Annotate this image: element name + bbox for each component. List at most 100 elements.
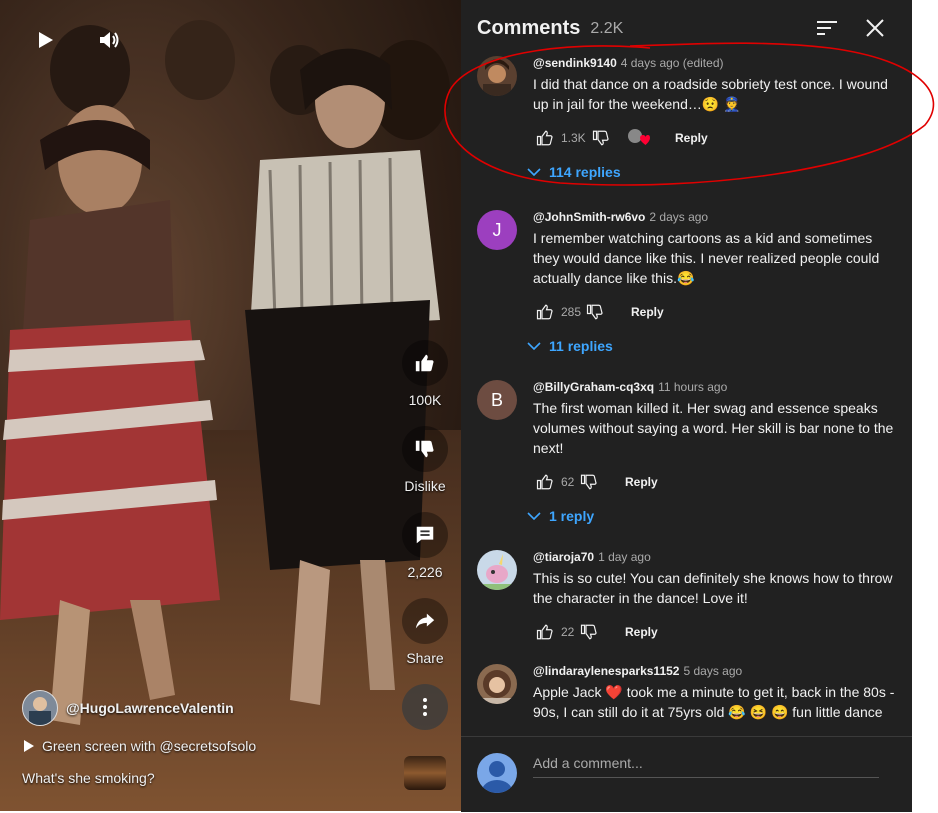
like-action: 100K (398, 340, 452, 426)
comment-icon (416, 526, 434, 544)
volume-icon (100, 32, 119, 48)
thumbs-down-outline-icon (580, 624, 597, 640)
thumbs-up-outline-icon (536, 474, 553, 490)
thumbs-up-outline-icon (536, 304, 553, 320)
commenter-avatar[interactable]: J (477, 210, 517, 250)
comments-button[interactable] (402, 512, 448, 558)
sound-thumbnail[interactable] (404, 756, 446, 790)
close-icon (866, 19, 884, 37)
comment-time[interactable]: 4 days ago (edited) (621, 56, 724, 70)
channel-avatar-image (29, 697, 51, 725)
thumbs-up-icon (415, 354, 434, 372)
volume-button[interactable] (90, 22, 130, 58)
comment-dislike-button[interactable] (589, 126, 613, 150)
comment-like-button[interactable] (533, 126, 557, 150)
thumbs-down-outline-icon (586, 304, 603, 320)
more-action (398, 684, 452, 730)
view-replies-button[interactable]: 114 replies (527, 164, 899, 180)
comments-panel: Comments 2.2K @sendink9140 4 days ago (ed… (461, 0, 912, 812)
commenter-avatar[interactable] (477, 550, 517, 590)
comment-time[interactable]: 1 day ago (598, 550, 651, 564)
action-bar: 100K Dislike 2,226 Share (398, 340, 452, 730)
music-text: Green screen with @secretsofsolo (42, 738, 257, 754)
comment-like-count: 1.3K (561, 131, 586, 145)
comment-like-button[interactable] (533, 470, 557, 494)
comment-time[interactable]: 5 days ago (683, 664, 742, 678)
play-button[interactable] (26, 22, 66, 58)
comment-author[interactable]: @lindaraylenesparks1152 (533, 664, 679, 678)
more-vert-icon (423, 698, 427, 716)
comment-dislike-button[interactable] (583, 300, 607, 324)
reply-button[interactable]: Reply (625, 625, 658, 639)
chevron-down-icon (527, 342, 541, 350)
channel-info[interactable]: @HugoLawrenceValentin (22, 690, 234, 726)
comment-time[interactable]: 11 hours ago (658, 380, 727, 394)
replies-count: 1 reply (549, 508, 595, 524)
reply-button[interactable]: Reply (631, 305, 664, 319)
current-user-avatar (477, 753, 517, 793)
commenter-avatar[interactable] (477, 56, 517, 96)
comment-like-button[interactable] (533, 620, 557, 644)
channel-name[interactable]: @HugoLawrenceValentin (66, 700, 234, 716)
sort-icon (817, 21, 837, 35)
comments-title: Comments (477, 16, 581, 39)
reply-button[interactable]: Reply (625, 475, 658, 489)
replies-count: 114 replies (549, 164, 621, 180)
thumbs-down-outline-icon (592, 130, 609, 146)
add-comment-input[interactable]: Add a comment... (533, 755, 879, 778)
dislike-button[interactable] (402, 426, 448, 472)
default-user-icon (482, 761, 512, 793)
thumbs-up-outline-icon (536, 624, 553, 640)
comment-actions: 1.3K Reply (533, 126, 899, 150)
creator-heart-icon (628, 129, 650, 145)
dislike-action: Dislike (398, 426, 452, 512)
video-caption: What's she smoking? (22, 770, 155, 786)
replies-count: 11 replies (549, 338, 613, 354)
like-button[interactable] (402, 340, 448, 386)
share-button[interactable] (402, 598, 448, 644)
comment-author[interactable]: @sendink9140 (533, 56, 617, 70)
comment-author[interactable]: @BillyGraham-cq3xq (533, 380, 654, 394)
share-action: Share (398, 598, 452, 684)
comment-item: @lindaraylenesparks1152 5 days ago Apple … (477, 664, 897, 736)
music-link[interactable]: Green screen with @secretsofsolo (24, 738, 256, 754)
comment-text: I remember watching cartoons as a kid an… (533, 230, 880, 286)
comment-author[interactable]: @tiaroja70 (533, 550, 594, 564)
avatar-photo (477, 670, 517, 704)
comments-count: 2.2K (590, 20, 624, 37)
comment-author[interactable]: @JohnSmith-rw6vo (533, 210, 645, 224)
comment-dislike-button[interactable] (577, 470, 601, 494)
share-label: Share (406, 650, 444, 666)
comment-text: This is so cute! You can definitely she … (533, 570, 893, 606)
view-replies-button[interactable]: 1 reply (527, 508, 899, 524)
share-icon (415, 613, 435, 629)
comment-actions: 22 Reply (533, 620, 899, 644)
comment-time[interactable]: 2 days ago (649, 210, 708, 224)
channel-avatar[interactable] (22, 690, 58, 726)
comment-like-count: 22 (561, 625, 575, 639)
commenter-avatar[interactable] (477, 664, 517, 704)
short-video[interactable]: 100K Dislike 2,226 Share @HugoLawrenceVa… (0, 0, 461, 811)
comments-action: 2,226 (398, 512, 452, 598)
avatar-unicorn-image (477, 554, 517, 590)
close-button[interactable] (861, 14, 889, 42)
dislike-label: Dislike (404, 478, 446, 494)
commenter-avatar[interactable]: B (477, 380, 517, 420)
comment-actions: 62 Reply (533, 470, 899, 494)
avatar-photo (483, 59, 511, 96)
play-icon (39, 32, 53, 48)
comment-dislike-button[interactable] (577, 620, 601, 644)
play-small-icon (24, 740, 34, 752)
comment-text: I did that dance on a roadside sobriety … (533, 76, 888, 112)
comment-like-count: 285 (561, 305, 582, 319)
chevron-down-icon (527, 512, 541, 520)
add-comment-row: Add a comment... (461, 736, 912, 812)
thumbs-up-outline-icon (536, 130, 553, 146)
like-count: 100K (408, 392, 442, 408)
comment-like-button[interactable] (533, 300, 557, 324)
thumbs-down-icon (415, 440, 434, 458)
view-replies-button[interactable]: 11 replies (527, 338, 899, 354)
more-button[interactable] (402, 684, 448, 730)
reply-button[interactable]: Reply (675, 131, 708, 145)
sort-button[interactable] (813, 14, 841, 42)
